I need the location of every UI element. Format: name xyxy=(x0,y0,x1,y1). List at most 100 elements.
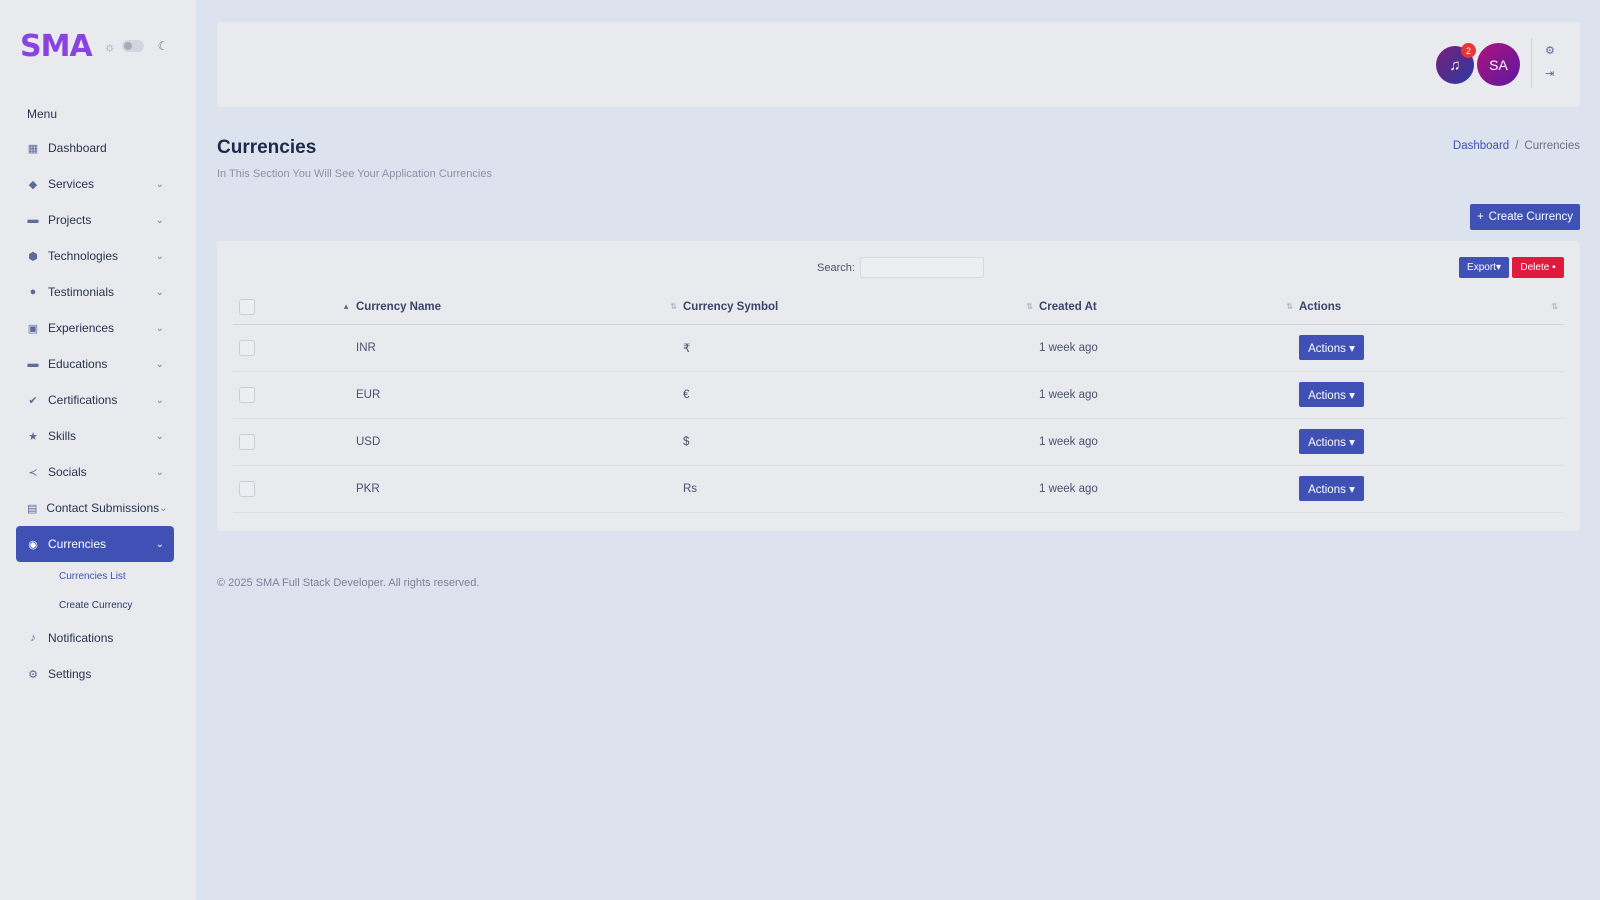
currency-name: EUR xyxy=(356,371,683,419)
bell-icon: ♪ xyxy=(30,632,36,644)
sidebar-item-experiences[interactable]: ▣ Experiences ⌄ xyxy=(16,310,174,346)
created-at: 1 week ago xyxy=(1039,465,1299,513)
sidebar-item-testimonials[interactable]: ● Testimonials ⌄ xyxy=(16,274,174,310)
sidebar-item-label: Skills xyxy=(48,429,77,443)
select-all-checkbox[interactable] xyxy=(239,299,255,316)
sort-up-icon[interactable]: ▲ xyxy=(342,302,350,311)
created-at: 1 week ago xyxy=(1039,324,1299,372)
theme-switch[interactable] xyxy=(121,40,144,52)
delete-button[interactable]: Delete ▪ xyxy=(1512,257,1564,278)
sidebar-item-label: Notifications xyxy=(48,631,114,645)
sub-item-create-currency[interactable]: Create Currency xyxy=(16,591,174,620)
sidebar-item-dashboard[interactable]: ▦ Dashboard xyxy=(16,130,174,166)
currency-symbol: € xyxy=(683,371,1039,419)
sidebar-item-settings[interactable]: ⚙ Settings xyxy=(16,656,174,692)
column-header-currency-symbol[interactable]: Currency Symbol ⇅ xyxy=(683,291,1039,325)
topbar xyxy=(217,22,1580,107)
sort-icon: ⇅ xyxy=(1286,302,1293,311)
sub-item-currencies-list[interactable]: Currencies List xyxy=(16,562,174,591)
book-icon: ▬ xyxy=(27,358,39,370)
create-currency-button[interactable]: + Create Currency xyxy=(1470,204,1580,230)
chevron-down-icon: ⌄ xyxy=(155,178,164,190)
table-row: USD $ 1 week ago Actions ▾ xyxy=(233,418,1564,466)
chevron-down-icon: ⌄ xyxy=(155,250,164,262)
chevron-down-icon: ⌄ xyxy=(155,358,164,370)
created-at: 1 week ago xyxy=(1039,371,1299,419)
chevron-down-icon: ⌄ xyxy=(155,466,164,478)
sidebar-item-projects[interactable]: ▬ Projects ⌄ xyxy=(16,202,174,238)
sidebar-item-label: Currencies xyxy=(48,537,107,551)
sidebar-item-skills[interactable]: ★ Skills ⌄ xyxy=(16,418,174,454)
page-title: Currencies xyxy=(217,137,317,158)
caret-down-icon: ▾ xyxy=(1349,389,1355,402)
column-header-currency-name[interactable]: Currency Name ⇅ xyxy=(356,291,683,325)
sidebar-item-currencies[interactable]: ◉ Currencies ⌄ xyxy=(16,526,174,562)
search-group: Search: xyxy=(817,257,984,278)
sidebar: SMA ☼ ☾ Menu ▦ Dashboard ◆ Services ⌄ ▬ … xyxy=(0,0,196,900)
breadcrumb-separator: / xyxy=(1515,140,1519,152)
breadcrumb-dashboard[interactable]: Dashboard xyxy=(1453,140,1509,152)
row-checkbox[interactable] xyxy=(239,386,255,403)
search-label: Search: xyxy=(817,261,855,274)
funnel-icon: ▾ xyxy=(1495,262,1501,273)
sort-icon: ⇅ xyxy=(1026,302,1033,311)
sidebar-item-educations[interactable]: ▬ Educations ⌄ xyxy=(16,346,174,382)
breadcrumb-current: Currencies xyxy=(1524,140,1580,152)
chevron-down-icon: ⌄ xyxy=(155,214,164,226)
caret-down-icon: ▾ xyxy=(1349,436,1355,449)
logout-icon[interactable]: ⇥ xyxy=(1545,67,1555,80)
caret-down-icon: ▾ xyxy=(1349,483,1355,496)
column-header-actions[interactable]: Actions ⇅ xyxy=(1299,291,1564,325)
tag-icon: ◆ xyxy=(28,178,38,191)
export-label: Export xyxy=(1467,262,1496,273)
row-checkbox[interactable] xyxy=(239,339,255,356)
badge-icon: ▣ xyxy=(27,322,39,335)
chevron-down-icon: ⌄ xyxy=(155,430,164,442)
notification-button[interactable]: ♫ 2 xyxy=(1436,43,1476,84)
column-header-created-at[interactable]: Created At ⇅ xyxy=(1039,291,1299,325)
sidebar-item-label: Projects xyxy=(48,213,92,227)
currency-symbol: Rs xyxy=(683,465,1039,513)
notification-badge: 2 xyxy=(1461,43,1476,58)
sort-icon: ⇅ xyxy=(1551,302,1558,311)
sidebar-item-label: Educations xyxy=(48,357,108,371)
row-actions-button[interactable]: Actions ▾ xyxy=(1299,382,1364,407)
row-actions-button[interactable]: Actions ▾ xyxy=(1299,335,1364,360)
export-button[interactable]: Export▾ xyxy=(1459,257,1509,278)
currency-symbol: ₹ xyxy=(683,324,1039,372)
plus-icon: + xyxy=(1476,211,1484,223)
logo-row: SMA ☼ ☾ xyxy=(20,28,168,64)
row-checkbox[interactable] xyxy=(239,480,255,497)
sidebar-item-contact-submissions[interactable]: ▤ Contact Submissions ⌄ xyxy=(16,490,174,526)
cube-icon: ⬢ xyxy=(28,250,38,263)
sidebar-item-certifications[interactable]: ✔ Certifications ⌄ xyxy=(16,382,174,418)
sidebar-item-socials[interactable]: ≺ Socials ⌄ xyxy=(16,454,174,490)
sidebar-item-notifications[interactable]: ♪ Notifications xyxy=(16,620,174,656)
topbar-actions: ⚙ ⇥ xyxy=(1545,44,1555,80)
search-input[interactable] xyxy=(859,257,984,278)
sidebar-item-label: Testimonials xyxy=(48,285,115,299)
sidebar-item-technologies[interactable]: ⬢ Technologies ⌄ xyxy=(16,238,174,274)
theme-toggle[interactable]: ☼ ☾ xyxy=(104,39,169,54)
currencies-card: Search: Export▾ Delete ▪ ▲ Currency Name… xyxy=(217,241,1580,531)
table-row: EUR € 1 week ago Actions ▾ xyxy=(233,371,1564,419)
inbox-icon: ▤ xyxy=(27,502,38,515)
gear-icon: ⚙ xyxy=(28,668,38,681)
row-checkbox[interactable] xyxy=(239,433,255,450)
trash-icon: ▪ xyxy=(1552,262,1556,273)
sidebar-item-label: Contact Submissions xyxy=(46,501,160,515)
sidebar-item-label: Dashboard xyxy=(48,141,107,155)
sidebar-item-services[interactable]: ◆ Services ⌄ xyxy=(16,166,174,202)
coins-icon: ◉ xyxy=(28,538,38,551)
select-all-header: ▲ xyxy=(233,291,356,325)
grid-icon: ▦ xyxy=(27,142,39,155)
moon-icon: ☾ xyxy=(157,39,169,53)
table-row: INR ₹ 1 week ago Actions ▾ xyxy=(233,324,1564,372)
row-actions-button[interactable]: Actions ▾ xyxy=(1299,476,1364,501)
currency-name: USD xyxy=(356,418,683,466)
currency-symbol: $ xyxy=(683,418,1039,466)
avatar[interactable]: SA xyxy=(1477,43,1520,86)
settings-icon[interactable]: ⚙ xyxy=(1545,44,1555,57)
row-actions-button[interactable]: Actions ▾ xyxy=(1299,429,1364,454)
logo[interactable]: SMA xyxy=(20,29,93,64)
